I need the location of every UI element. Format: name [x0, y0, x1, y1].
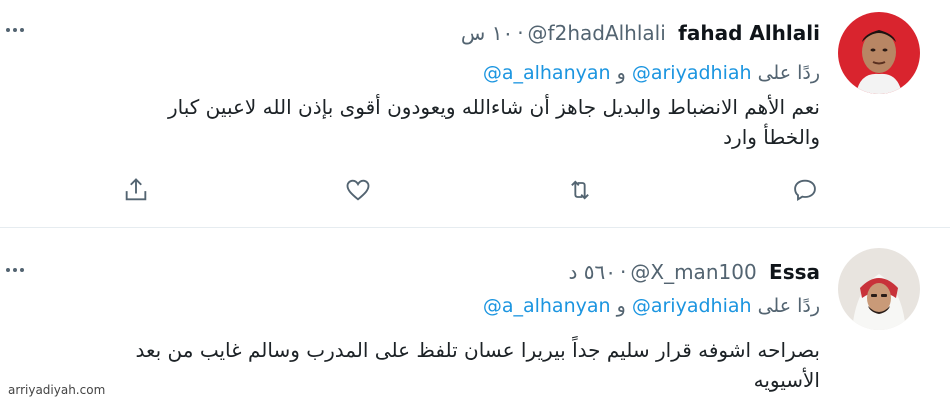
share-icon[interactable] [122, 176, 152, 206]
user-handle[interactable]: @X_man100 [630, 260, 756, 284]
like-icon[interactable] [344, 176, 374, 206]
avatar[interactable] [838, 248, 920, 330]
tweet[interactable]: Essa @X_man100·٥٦٠ د ردًا على @ariyadhia… [0, 229, 950, 401]
tweet-header: fahad Alhlali @f2hadAlhlali·١٠ س [461, 21, 820, 45]
reply-context: ردًا على @ariyadhiah و @a_alhanyan [483, 295, 820, 317]
user-handle[interactable]: @f2hadAlhlali [528, 21, 666, 45]
watermark: arriyadiyah.com [6, 383, 108, 397]
separator-dot: · [620, 260, 627, 284]
mention-link[interactable]: @ariyadhiah [632, 295, 752, 317]
separator-dot: · [517, 21, 524, 45]
tweet-text-line: بصراحه اشوفه قرار سليم جداً بيريرا عسان … [135, 338, 820, 362]
tweet-text: نعم الأهم الانضباط والبديل جاهز أن شاءال… [30, 92, 820, 152]
more-options-icon[interactable] [6, 268, 24, 272]
tweet-text-line: الأسيويه [753, 368, 820, 392]
reply-conjunction: و [616, 295, 626, 317]
timestamp[interactable]: ١٠ س [461, 21, 513, 45]
reply-conjunction: و [616, 62, 626, 84]
tweet-text: بصراحه اشوفه قرار سليم جداً بيريرا عسان … [0, 335, 820, 395]
avatar[interactable] [838, 12, 920, 94]
mention-link[interactable]: @a_alhanyan [483, 295, 611, 317]
tweet-text-line: نعم الأهم الانضباط والبديل جاهز أن شاءال… [168, 95, 820, 119]
reply-icon[interactable] [791, 176, 821, 206]
mention-link[interactable]: @a_alhanyan [483, 62, 611, 84]
user-name[interactable]: fahad Alhlali [678, 21, 820, 45]
tweet-header: Essa @X_man100·٥٦٠ د [569, 260, 820, 284]
tweet-text-line: والخطأ وارد [723, 125, 820, 149]
tweet-actions [0, 176, 950, 206]
user-name[interactable]: Essa [769, 260, 820, 284]
reply-context: ردًا على @ariyadhiah و @a_alhanyan [483, 62, 820, 84]
mention-link[interactable]: @ariyadhiah [632, 62, 752, 84]
retweet-icon[interactable] [566, 176, 596, 206]
reply-prefix: ردًا على [757, 62, 820, 84]
timestamp[interactable]: ٥٦٠ د [569, 260, 617, 284]
tweet[interactable]: fahad Alhlali @f2hadAlhlali·١٠ س ردًا عل… [0, 0, 950, 228]
reply-prefix: ردًا على [757, 295, 820, 317]
more-options-icon[interactable] [6, 28, 24, 32]
